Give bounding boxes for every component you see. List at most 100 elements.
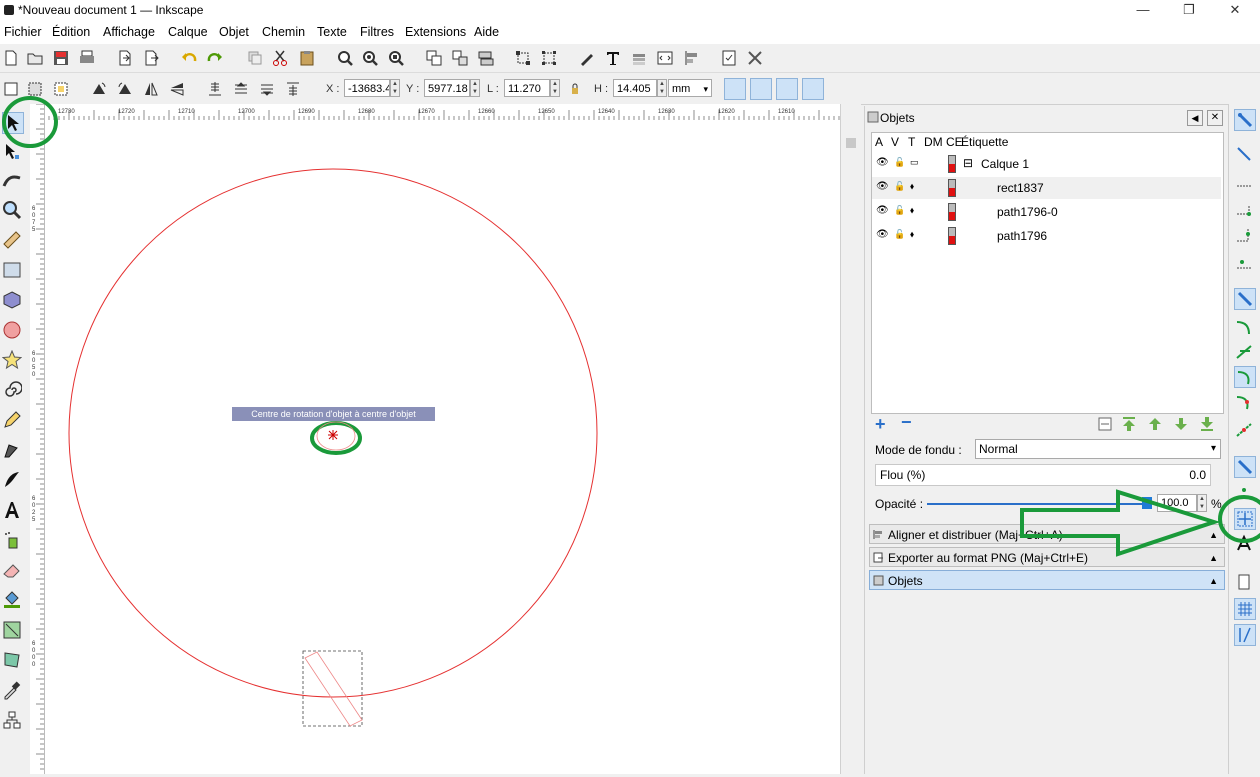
scale-corners-toggle[interactable]: [750, 78, 772, 100]
object-row[interactable]: 👁 🔓 ⬧ rect1837: [872, 177, 1221, 199]
canvas-vertical-scrollbar[interactable]: [840, 104, 861, 774]
connector-tool[interactable]: [2, 710, 24, 732]
object-row[interactable]: 👁 🔓 ⬧ path1796: [872, 225, 1221, 247]
text-tool[interactable]: [2, 500, 24, 522]
bbox-transform-icon[interactable]: [540, 49, 558, 67]
col-label[interactable]: Étiquette: [961, 135, 1008, 149]
vertical-ruler[interactable]: 60756050602560005975: [30, 103, 45, 774]
group-icon[interactable]: [425, 49, 443, 67]
y-input[interactable]: 5977.18: [424, 79, 470, 97]
visibility-eye-icon[interactable]: 👁: [876, 229, 889, 240]
flip-vertical-icon[interactable]: [168, 80, 186, 98]
visibility-eye-icon[interactable]: 👁: [876, 157, 889, 168]
menu-texte[interactable]: Texte: [317, 25, 347, 39]
snap-paths-toggle[interactable]: [1234, 316, 1256, 338]
raise-arrow-icon[interactable]: [1147, 416, 1163, 432]
preferences-icon[interactable]: [746, 49, 764, 67]
snap-bbox-midpoints-toggle[interactable]: [1234, 226, 1256, 248]
raise-icon[interactable]: [258, 80, 276, 98]
minimize-button[interactable]: —: [1120, 0, 1166, 22]
horizontal-ruler[interactable]: 12730 12720 12710 12700 12690 12680 12670 12660…: [43, 104, 840, 121]
transform-patterns-toggle[interactable]: [802, 78, 824, 100]
col-t[interactable]: T: [908, 135, 915, 149]
snap-line-midpoints-toggle[interactable]: [1234, 420, 1256, 442]
menu-extensions[interactable]: Extensions: [405, 25, 466, 39]
lower-to-bottom-icon[interactable]: [206, 80, 224, 98]
export-icon[interactable]: [142, 49, 160, 67]
snap-nodes-toggle[interactable]: [1234, 288, 1256, 310]
snap-bbox-corners-toggle[interactable]: [1234, 200, 1256, 222]
color-tag-swatch[interactable]: [948, 179, 956, 197]
raise-to-top-arrow-icon[interactable]: [1121, 416, 1137, 432]
menu-chemin[interactable]: Chemin: [262, 25, 305, 39]
visibility-eye-icon[interactable]: 👁: [876, 205, 889, 216]
drawing-canvas[interactable]: [45, 120, 840, 774]
height-spinner[interactable]: ▲ ▼: [657, 79, 667, 97]
x-input[interactable]: -13683.4: [344, 79, 390, 97]
lock-icon[interactable]: 🔓: [894, 181, 905, 192]
lock-icon[interactable]: 🔓: [894, 157, 905, 168]
y-spinner[interactable]: ▲ ▼: [470, 79, 480, 97]
snap-bbox-centers-toggle[interactable]: [1234, 254, 1256, 276]
print-icon[interactable]: [78, 49, 96, 67]
mesh-tool[interactable]: [2, 650, 24, 672]
gradient-tool[interactable]: [2, 620, 24, 642]
lower-arrow-icon[interactable]: [1173, 416, 1189, 432]
document-properties-icon[interactable]: [720, 49, 738, 67]
add-layer-button[interactable]: +: [875, 414, 886, 435]
menu-edition[interactable]: Édition: [52, 25, 90, 39]
object-row[interactable]: 👁 🔓 ⬧ path1796-0: [872, 201, 1221, 223]
zoom-page-icon[interactable]: [387, 49, 405, 67]
measure-tool[interactable]: [2, 230, 24, 252]
transform-gradients-toggle[interactable]: [776, 78, 798, 100]
menu-objet[interactable]: Objet: [219, 25, 249, 39]
flip-horizontal-icon[interactable]: [142, 80, 160, 98]
rectangle-tool[interactable]: [2, 260, 24, 282]
fill-stroke-icon[interactable]: [578, 49, 596, 67]
lower-to-bottom-arrow-icon[interactable]: [1199, 416, 1215, 432]
objects-panel-tab[interactable]: Objets ▲: [869, 570, 1225, 590]
object-label[interactable]: path1796: [997, 229, 1047, 243]
object-label[interactable]: rect1837: [997, 181, 1044, 195]
scrollbar-thumb[interactable]: [846, 138, 856, 148]
spray-tool[interactable]: [2, 530, 24, 552]
lock-ratio-icon[interactable]: [566, 80, 584, 98]
clone-icon[interactable]: [477, 49, 495, 67]
collapse-arrow-icon[interactable]: ▲: [1209, 571, 1218, 591]
layer-row[interactable]: 👁 🔓 ▭ ⊟ Calque 1: [872, 153, 1221, 175]
calligraphy-tool[interactable]: [2, 470, 24, 492]
tweak-tool[interactable]: [2, 170, 24, 192]
redo-icon[interactable]: [206, 49, 224, 67]
menu-fichier[interactable]: Fichier: [4, 25, 42, 39]
paste-icon[interactable]: [298, 49, 316, 67]
color-tag-swatch[interactable]: [948, 155, 956, 173]
small-ellipse[interactable]: [316, 421, 356, 451]
cut-icon[interactable]: [271, 49, 289, 67]
node-transform-icon[interactable]: [514, 49, 532, 67]
layer-label[interactable]: Calque 1: [981, 157, 1029, 171]
panel-iconify-button[interactable]: ◀: [1187, 110, 1203, 126]
layers-icon[interactable]: [630, 49, 648, 67]
collapse-icon[interactable]: ⊟: [963, 156, 973, 170]
eraser-tool[interactable]: [2, 560, 24, 582]
snap-smooth-nodes-toggle[interactable]: [1234, 392, 1256, 414]
star-tool[interactable]: [1, 349, 24, 372]
snap-others-toggle[interactable]: [1234, 456, 1256, 478]
color-tag-swatch[interactable]: [948, 227, 956, 245]
remove-button[interactable]: −: [901, 412, 912, 433]
snap-bbox-toggle[interactable]: [1234, 144, 1256, 166]
color-tag-swatch[interactable]: [948, 203, 956, 221]
lock-icon[interactable]: 🔓: [894, 205, 905, 216]
spiral-tool[interactable]: [2, 380, 24, 402]
pen-tool[interactable]: [2, 440, 24, 462]
visibility-eye-icon[interactable]: 👁: [876, 181, 889, 192]
rotate-cw-icon[interactable]: [116, 80, 134, 98]
maximize-button[interactable]: ❐: [1166, 0, 1212, 22]
ungroup-icon[interactable]: [451, 49, 469, 67]
close-button[interactable]: ✕: [1212, 0, 1258, 22]
dropper-tool[interactable]: [2, 680, 24, 702]
paint-bucket-tool[interactable]: [2, 590, 24, 612]
snap-enable-toggle[interactable]: [1234, 109, 1256, 131]
lower-icon[interactable]: [232, 80, 250, 98]
3d-box-tool[interactable]: [2, 290, 24, 312]
